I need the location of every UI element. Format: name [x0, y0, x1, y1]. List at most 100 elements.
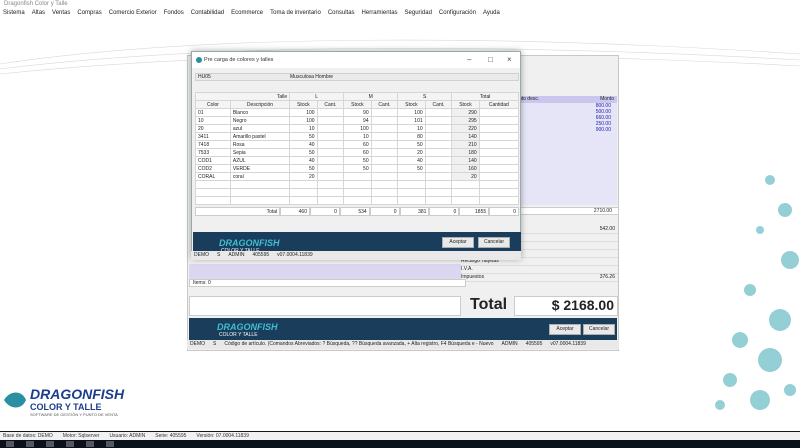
- cancel-button[interactable]: Cancelar: [583, 324, 615, 335]
- menu-item[interactable]: Altas: [32, 10, 45, 18]
- quantity-cell[interactable]: [370, 148, 399, 157]
- quantity-cell[interactable]: [370, 108, 399, 117]
- quantity-cell[interactable]: [424, 116, 453, 125]
- quantity-cell[interactable]: [424, 164, 453, 173]
- table-row[interactable]: 20 azul 10 100 10 220: [195, 124, 520, 133]
- quantity-cell[interactable]: [316, 140, 345, 149]
- app-icon[interactable]: [106, 441, 114, 447]
- summary-row: I.V.A.: [458, 266, 618, 274]
- status-field: Usuario: ADMIN: [109, 433, 146, 439]
- quantity-cell[interactable]: [370, 156, 399, 165]
- menu-item[interactable]: Comercio Exterior: [109, 10, 157, 18]
- minimize-icon[interactable]: –: [467, 55, 471, 64]
- total-cell: 534: [339, 207, 370, 216]
- table-row[interactable]: 3411 Amarillo pastel 50 10 80 140: [195, 132, 520, 141]
- stock-cell: 140: [451, 132, 480, 141]
- quantity-cell[interactable]: [316, 172, 345, 181]
- empty-cell: [195, 180, 231, 189]
- menu-item[interactable]: Toma de inventario: [270, 10, 321, 18]
- menu-item[interactable]: Consultas: [328, 10, 355, 18]
- total-cell: 0: [429, 207, 460, 216]
- total-cell: 0: [489, 207, 520, 216]
- menu-item[interactable]: Ventas: [52, 10, 70, 18]
- empty-cell: [397, 196, 426, 205]
- empty-cell: [478, 180, 520, 189]
- table-row[interactable]: 7418 Rosa 40 60 50 210: [195, 140, 520, 149]
- quantity-cell[interactable]: [316, 132, 345, 141]
- browser-icon[interactable]: [86, 441, 94, 447]
- article-code[interactable]: HU05: [196, 74, 288, 80]
- quantity-cell[interactable]: [424, 156, 453, 165]
- quantity-cell[interactable]: [478, 108, 520, 117]
- empty-cell: [451, 180, 480, 189]
- stock-cell: 20: [451, 172, 480, 181]
- column-header: Stock: [451, 100, 480, 109]
- accept-button[interactable]: Aceptar: [549, 324, 581, 335]
- quantity-cell[interactable]: [316, 164, 345, 173]
- start-icon[interactable]: [6, 441, 14, 447]
- table-row[interactable]: 10 Negro 100 94 101 295: [195, 116, 520, 125]
- close-icon[interactable]: ×: [507, 55, 512, 64]
- quantity-cell[interactable]: [370, 132, 399, 141]
- menu-item[interactable]: Fondos: [164, 10, 184, 18]
- dialog-accept-button[interactable]: Aceptar: [442, 237, 474, 248]
- maximize-icon[interactable]: □: [488, 55, 493, 64]
- quantity-cell[interactable]: [478, 172, 520, 181]
- stock-cell: 210: [451, 140, 480, 149]
- menu-item[interactable]: Sistema: [3, 10, 25, 18]
- amount-grid: 800.00 500.00 660.00 250.00 900.00: [509, 103, 617, 205]
- menu-item[interactable]: Contabilidad: [191, 10, 224, 18]
- menu-item[interactable]: Compras: [77, 10, 101, 18]
- taskview-icon[interactable]: [46, 441, 54, 447]
- quantity-cell[interactable]: [478, 164, 520, 173]
- menu-item[interactable]: Ayuda: [483, 10, 500, 18]
- observations-field[interactable]: [189, 296, 461, 316]
- quantity-cell[interactable]: [370, 140, 399, 149]
- search-icon[interactable]: [26, 441, 34, 447]
- dialog-cancel-button[interactable]: Cancelar: [478, 237, 510, 248]
- quantity-cell[interactable]: [370, 164, 399, 173]
- quantity-cell[interactable]: [424, 140, 453, 149]
- quantity-cell[interactable]: [424, 108, 453, 117]
- totals-label: Total: [195, 207, 281, 216]
- menu-item[interactable]: Ecommerce: [231, 10, 263, 18]
- menu-item[interactable]: Herramientas: [362, 10, 398, 18]
- quantity-cell[interactable]: [478, 124, 520, 133]
- quantity-cell[interactable]: [478, 156, 520, 165]
- quantity-cell[interactable]: [316, 124, 345, 133]
- column-header: Descripción: [229, 100, 291, 109]
- quantity-cell[interactable]: [478, 148, 520, 157]
- status-field: Base de datos: DEMO: [3, 433, 53, 439]
- table-row[interactable]: COD2 VERDE 50 50 50 160: [195, 164, 520, 173]
- quantity-cell[interactable]: [316, 108, 345, 117]
- quantity-cell[interactable]: [370, 172, 399, 181]
- quantity-cell[interactable]: [316, 156, 345, 165]
- table-row[interactable]: 7533 Sepia 50 60 20 180: [195, 148, 520, 157]
- empty-cell: [370, 196, 399, 205]
- quantity-cell[interactable]: [370, 116, 399, 125]
- stock-cell: 10: [289, 124, 318, 133]
- status-field: ADMIN: [228, 252, 245, 258]
- color-desc-cell: azul: [229, 124, 291, 133]
- stock-cell: 290: [451, 108, 480, 117]
- quantity-cell[interactable]: [478, 116, 520, 125]
- quantity-cell[interactable]: [316, 116, 345, 125]
- quantity-cell[interactable]: [424, 148, 453, 157]
- quantity-cell[interactable]: [370, 124, 399, 133]
- column-header: Stock: [289, 100, 318, 109]
- quantity-cell[interactable]: [478, 140, 520, 149]
- stock-cell: 50: [289, 132, 318, 141]
- total-value: $ 2168.00: [514, 296, 618, 316]
- quantity-cell[interactable]: [424, 172, 453, 181]
- quantity-cell[interactable]: [424, 132, 453, 141]
- table-row[interactable]: 01 Blanco 100 90 100 290: [195, 108, 520, 117]
- quantity-cell[interactable]: [316, 148, 345, 157]
- quantity-cell[interactable]: [478, 132, 520, 141]
- quantity-cell[interactable]: [424, 124, 453, 133]
- table-row[interactable]: COD1 AZUL 40 50 40 140: [195, 156, 520, 165]
- table-row[interactable]: CORAL coral 20 20: [195, 172, 520, 181]
- menu-item[interactable]: Configuración: [439, 10, 476, 18]
- app-title: Dragonfish Color y Talle: [4, 1, 68, 7]
- menu-item[interactable]: Seguridad: [405, 10, 432, 18]
- explorer-icon[interactable]: [66, 441, 74, 447]
